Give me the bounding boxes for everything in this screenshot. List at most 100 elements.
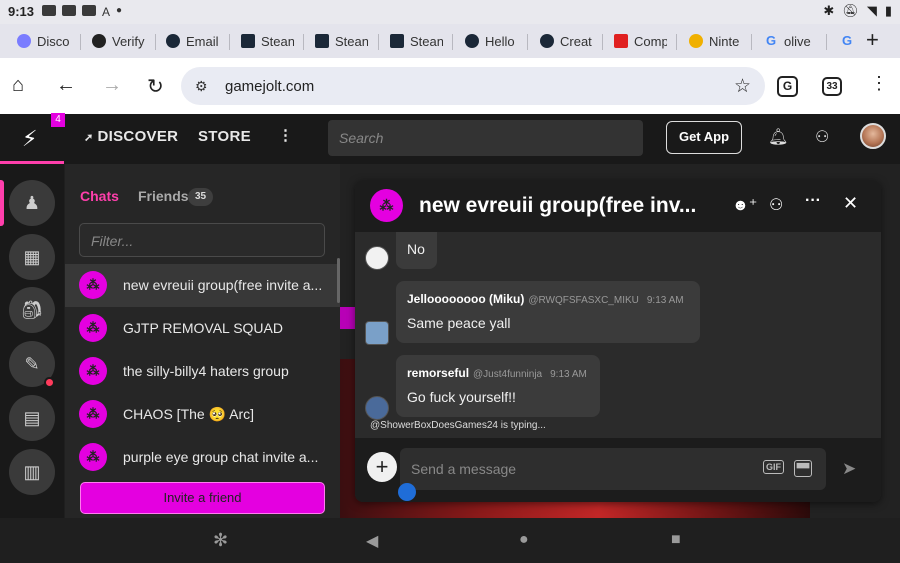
more-options-icon[interactable]: ··· bbox=[805, 192, 821, 210]
tab-label: Stean bbox=[335, 33, 368, 49]
more-menu-icon[interactable]: ⋮ bbox=[278, 126, 293, 144]
discover-link[interactable]: ➚ DISCOVER bbox=[84, 128, 178, 145]
nav-home-icon[interactable]: ● bbox=[519, 531, 529, 549]
tab-label: Verify bbox=[112, 33, 145, 49]
get-app-button[interactable]: Get App bbox=[666, 121, 742, 154]
tab-switcher-button[interactable]: 33 bbox=[822, 77, 842, 96]
sticker-icon[interactable]: ▀▀ bbox=[794, 460, 812, 477]
tab-friends[interactable]: Friends bbox=[138, 188, 189, 204]
tab[interactable]: Stean bbox=[390, 29, 443, 53]
back-icon[interactable]: ← bbox=[56, 74, 76, 97]
bell-icon[interactable]: 🔔︎ bbox=[768, 127, 788, 147]
tab[interactable]: Stean bbox=[315, 29, 368, 53]
tab[interactable]: Disco bbox=[17, 29, 72, 53]
gamejolt-logo[interactable]: ⚡︎ 4 bbox=[0, 113, 65, 164]
avatar[interactable] bbox=[365, 321, 389, 345]
menu-kebab-icon[interactable]: ⋮ bbox=[870, 73, 888, 94]
tab[interactable]: Golive bbox=[764, 29, 817, 53]
unread-dot bbox=[44, 377, 55, 388]
chat-name: purple eye group chat invite a... bbox=[123, 449, 319, 465]
community-icon: ✎ bbox=[24, 354, 40, 374]
store-link[interactable]: STORE bbox=[198, 128, 251, 145]
address-bar[interactable]: ⚙ gamejolt.com ☆ bbox=[181, 67, 765, 105]
wifi-icon: ◥ bbox=[866, 3, 877, 18]
search-input[interactable]: Search bbox=[328, 120, 643, 156]
avatar[interactable] bbox=[365, 246, 389, 270]
tab[interactable]: Creat bbox=[540, 29, 593, 53]
tab[interactable]: Ninte bbox=[689, 29, 742, 53]
message-input[interactable]: Send a message GIF ▀▀ bbox=[400, 448, 826, 490]
gif-button[interactable]: GIF bbox=[763, 460, 784, 474]
tab[interactable]: Comp bbox=[614, 29, 667, 53]
chat-name: CHAOS [The 🥺 Arc] bbox=[123, 406, 255, 422]
attach-plus-button[interactable]: + bbox=[367, 452, 397, 482]
chat-list-scrollbar[interactable] bbox=[337, 258, 340, 303]
message-placeholder: Send a message bbox=[411, 461, 517, 477]
new-tab-button[interactable]: + bbox=[866, 27, 879, 53]
library-icon: ▥ bbox=[23, 462, 41, 482]
verify-icon bbox=[92, 34, 106, 48]
nav-recents-icon[interactable]: ■ bbox=[671, 531, 681, 549]
tab-label: Creat bbox=[560, 33, 592, 49]
typing-indicator: @ShowerBoxDoesGames24 is typing... bbox=[370, 420, 546, 431]
chat-list-item[interactable]: ⁂ CHAOS [The 🥺 Arc] bbox=[65, 393, 340, 436]
home-icon[interactable]: ⌂ bbox=[12, 74, 24, 97]
user-avatar[interactable] bbox=[860, 123, 886, 149]
filter-placeholder: Filter... bbox=[91, 233, 134, 249]
tab-label: Email bbox=[186, 33, 219, 49]
message-author: remorseful @Just4funninja 9:13 AM bbox=[407, 366, 587, 380]
add-member-icon[interactable]: ☻⁺ bbox=[732, 195, 757, 215]
translate-icon[interactable]: G bbox=[777, 76, 798, 97]
tab-chats[interactable]: Chats bbox=[80, 188, 119, 204]
status-time: 9:13 bbox=[8, 4, 35, 19]
steam-icon bbox=[540, 34, 554, 48]
system-status-bar: 9:13 A ● ✱ 🔕︎ ◥ ▮ bbox=[0, 0, 900, 24]
reload-icon[interactable]: ↻ bbox=[147, 74, 164, 99]
more-dot-icon: ● bbox=[116, 5, 123, 16]
message-time: 9:13 AM bbox=[550, 369, 587, 380]
group-icon: ⁂ bbox=[79, 357, 107, 385]
nintendo-icon bbox=[689, 34, 703, 48]
chat-list-item[interactable]: ⁂ the silly-billy4 haters group bbox=[65, 350, 340, 393]
rail-backpack-button[interactable]: 🎒︎ bbox=[9, 287, 55, 333]
members-icon[interactable]: ⚇ bbox=[769, 195, 783, 215]
chat-list-item[interactable]: ⁂ GJTP REMOVAL SQUAD bbox=[65, 307, 340, 350]
rail-home-button[interactable]: ♟ bbox=[9, 180, 55, 226]
group-icon: ⁂ bbox=[79, 314, 107, 342]
forward-icon[interactable]: → bbox=[102, 74, 122, 97]
tab[interactable]: Hello bbox=[465, 29, 518, 53]
site-info-icon[interactable]: ⚙ bbox=[195, 78, 208, 95]
message-bubble: remorseful @Just4funninja 9:13 AM Go fuck … bbox=[396, 355, 600, 417]
rail-chat-button[interactable]: ▤ bbox=[9, 395, 55, 441]
author-name[interactable]: remorseful bbox=[407, 366, 469, 380]
group-icon: ⁂ bbox=[79, 443, 107, 471]
chat-name: GJTP REMOVAL SQUAD bbox=[123, 320, 283, 336]
mute-icon: 🔕︎ bbox=[842, 3, 859, 18]
send-icon[interactable]: ➤ bbox=[842, 459, 856, 479]
assistant-icon[interactable]: ✻ bbox=[213, 530, 228, 551]
tab-label: Comp bbox=[634, 33, 667, 49]
author-handle: @RWQFSFASXC_MIKU bbox=[528, 295, 639, 306]
notification-icons: A ● bbox=[42, 5, 122, 19]
avatar[interactable] bbox=[365, 396, 389, 420]
url-text[interactable]: gamejolt.com bbox=[225, 78, 314, 95]
invite-friend-button[interactable]: Invite a friend bbox=[80, 482, 325, 514]
close-icon[interactable]: ✕ bbox=[843, 193, 858, 214]
author-name[interactable]: Jelloooooooo (Miku) bbox=[407, 292, 524, 306]
rail-library-button[interactable]: ▥ bbox=[9, 449, 55, 495]
tab[interactable]: Email bbox=[166, 29, 221, 53]
message-composer: + Send a message GIF ▀▀ ➤ bbox=[355, 438, 881, 502]
rail-store-button[interactable]: ▦ bbox=[9, 234, 55, 280]
system-navigation-bar: ✻ ◀ ● ■ bbox=[0, 518, 900, 563]
text-cursor-handle[interactable] bbox=[398, 483, 416, 501]
nav-back-icon[interactable]: ◀ bbox=[366, 531, 378, 551]
author-handle: @Just4funninja bbox=[473, 369, 543, 380]
chat-list-item[interactable]: ⁂ purple eye group chat invite a... bbox=[65, 436, 340, 479]
filter-input[interactable]: Filter... bbox=[79, 223, 325, 257]
tab[interactable]: G bbox=[840, 29, 856, 53]
tab[interactable]: Stean bbox=[241, 29, 294, 53]
friends-icon[interactable]: ⚇ bbox=[815, 127, 829, 147]
tab[interactable]: Verify bbox=[92, 29, 147, 53]
bookmark-star-icon[interactable]: ☆ bbox=[734, 75, 751, 98]
chat-list-item[interactable]: ⁂ new evreuii group(free invite a... bbox=[65, 264, 340, 307]
